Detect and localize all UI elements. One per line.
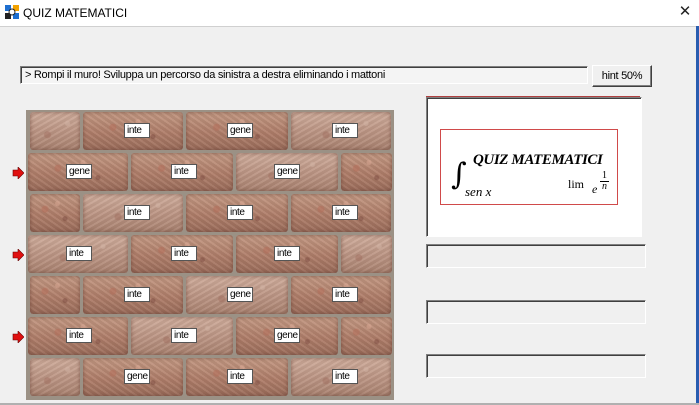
close-icon[interactable]: ✕	[677, 3, 693, 21]
brick[interactable]: inte	[28, 317, 128, 355]
brick-label: inte	[332, 369, 358, 384]
brick[interactable]: inte	[291, 112, 391, 150]
brick[interactable]: inte	[83, 112, 183, 150]
brick[interactable]: inte	[83, 194, 183, 232]
brick[interactable]	[30, 112, 80, 150]
brick-label: gene	[124, 369, 150, 384]
fraction-denominator: n	[602, 181, 607, 192]
brick[interactable]: gene	[186, 112, 288, 150]
brick-label: inte	[124, 287, 150, 302]
brick[interactable]: inte	[131, 235, 233, 273]
window-title: QUIZ MATEMATICI	[23, 6, 128, 20]
brick[interactable]: inte	[236, 235, 338, 273]
brick[interactable]	[30, 194, 80, 232]
brick[interactable]: inte	[291, 358, 391, 396]
formula-card: QUIZ MATEMATICI ∫ sen x lim e 1 n	[440, 129, 618, 205]
exponent-base: e	[592, 182, 598, 196]
brick-wall: inte gene inte gene inte gene inte inte inte inte…	[26, 110, 394, 400]
brick[interactable]: inte	[28, 235, 128, 273]
brick-label: inte	[124, 123, 150, 138]
instruction-field[interactable]: > Rompi il muro! Sviluppa un percorso da…	[20, 66, 588, 84]
brick[interactable]: gene	[28, 153, 128, 191]
limit-label: lim	[568, 177, 585, 191]
brick[interactable]: inte	[83, 276, 183, 314]
brick-label: inte	[66, 328, 92, 343]
brick[interactable]	[341, 153, 392, 191]
brick-label: inte	[66, 246, 92, 261]
brick[interactable]: inte	[131, 317, 233, 355]
brick[interactable]	[341, 317, 392, 355]
exponent-fraction: 1 n	[600, 171, 609, 192]
row-start-arrow-icon	[12, 249, 24, 261]
brick-label: inte	[171, 246, 197, 261]
answer-field-3[interactable]	[426, 354, 646, 378]
brick[interactable]: gene	[83, 358, 183, 396]
brick-label: inte	[171, 328, 197, 343]
brick-label: gene	[274, 164, 300, 179]
brick[interactable]	[30, 276, 80, 314]
brick-label: gene	[227, 123, 253, 138]
brick-label: inte	[274, 246, 300, 261]
brick-label: inte	[227, 205, 253, 220]
title-bar: QUIZ MATEMATICI ✕	[0, 0, 699, 26]
hint-button[interactable]: hint 50%	[592, 65, 652, 87]
row-start-arrow-icon	[12, 167, 24, 179]
brick-label: inte	[124, 205, 150, 220]
question-preview: QUIZ MATEMATICI ∫ sen x lim e 1 n	[426, 97, 642, 237]
brick-label: inte	[332, 205, 358, 220]
brick[interactable]: inte	[291, 194, 391, 232]
brick[interactable]: inte	[186, 358, 288, 396]
brick-label: inte	[227, 369, 253, 384]
answer-field-1[interactable]	[426, 244, 646, 268]
brick[interactable]: gene	[186, 276, 288, 314]
brick[interactable]: inte	[186, 194, 288, 232]
brick-label: gene	[66, 164, 92, 179]
brick[interactable]	[30, 358, 80, 396]
brick-label: gene	[227, 287, 253, 302]
answer-field-2[interactable]	[426, 300, 646, 324]
brick-label: gene	[274, 328, 300, 343]
brick[interactable]: gene	[236, 317, 338, 355]
brick[interactable]: gene	[236, 153, 338, 191]
brick-label: inte	[171, 164, 197, 179]
brick[interactable]: inte	[291, 276, 391, 314]
brick-label: inte	[332, 287, 358, 302]
formula-title: QUIZ MATEMATICI	[473, 152, 603, 168]
brick[interactable]: inte	[131, 153, 233, 191]
app-logo-icon	[5, 5, 19, 19]
brick-label: inte	[332, 123, 358, 138]
row-start-arrow-icon	[12, 331, 24, 343]
brick[interactable]	[341, 235, 392, 273]
integral-expression: sen x	[465, 184, 492, 199]
